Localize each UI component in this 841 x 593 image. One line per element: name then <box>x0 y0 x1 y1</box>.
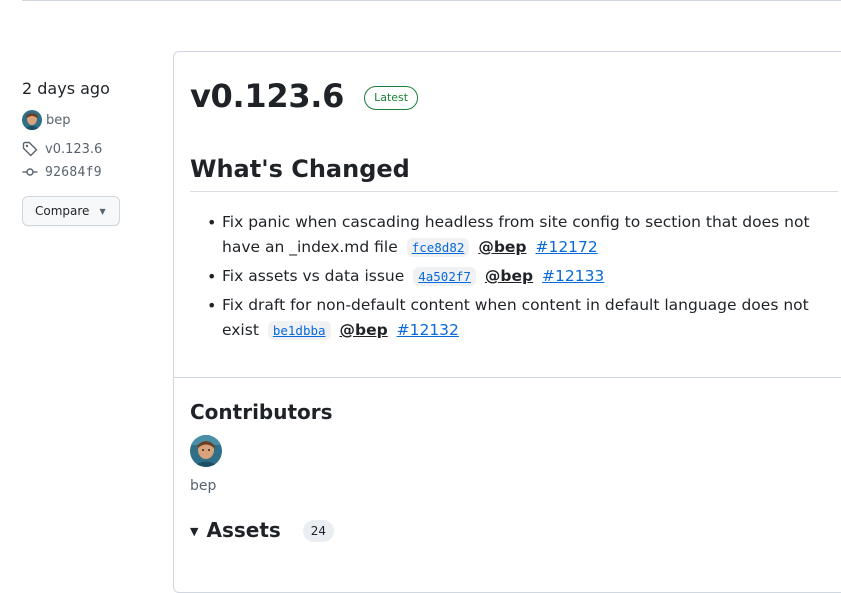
author-mention[interactable]: @bep <box>485 267 533 285</box>
change-item: Fix assets vs data issue 4a502f7 @bep #1… <box>207 264 838 289</box>
caret-down-icon: ▼ <box>99 206 106 216</box>
author-name[interactable]: bep <box>46 113 71 128</box>
change-text: Fix assets vs data issue <box>222 267 405 285</box>
latest-badge: Latest <box>364 86 419 110</box>
issue-link[interactable]: #12133 <box>542 267 604 285</box>
author-link[interactable]: bep <box>22 109 162 131</box>
author-avatar[interactable] <box>22 110 42 130</box>
change-item: Fix panic when cascading headless from s… <box>207 210 838 260</box>
compare-button[interactable]: Compare ▼ <box>22 196 120 226</box>
tag-link[interactable]: v0.123.6 <box>22 139 162 159</box>
release-time: 2 days ago <box>22 79 110 98</box>
author-mention[interactable]: @bep <box>478 238 526 256</box>
compare-label: Compare <box>35 204 90 218</box>
heading-divider <box>190 191 838 192</box>
assets-count-badge: 24 <box>302 520 335 542</box>
tag-name[interactable]: v0.123.6 <box>45 142 102 157</box>
assets-heading: Assets <box>206 517 281 542</box>
commit-sha-link[interactable]: be1dbba <box>267 321 331 340</box>
commit-sha-link[interactable]: fce8d82 <box>406 238 470 257</box>
changes-list: Fix panic when cascading headless from s… <box>190 210 838 347</box>
release-title[interactable]: v0.123.6 <box>190 76 344 116</box>
commit-sha[interactable]: 92684f9 <box>45 165 102 180</box>
contributor-avatar[interactable] <box>190 435 222 467</box>
tag-icon <box>22 141 38 157</box>
section-divider <box>174 377 841 378</box>
assets-toggle[interactable]: ▼ Assets 24 <box>190 517 335 542</box>
commit-sha-link[interactable]: 4a502f7 <box>413 267 476 286</box>
contributor-name[interactable]: bep <box>190 478 216 494</box>
release-header: v0.123.6 Latest <box>190 76 419 116</box>
git-commit-icon <box>22 168 38 176</box>
release-card: v0.123.6 Latest What's Changed Fix panic… <box>173 51 841 593</box>
commit-link[interactable]: 92684f9 <box>22 162 162 182</box>
issue-link[interactable]: #12132 <box>397 321 459 339</box>
release-sidebar: 2 days ago bep v0.123.6 92684f9 Compare <box>22 78 162 226</box>
issue-link[interactable]: #12172 <box>535 238 597 256</box>
change-item: Fix draft for non-default content when c… <box>207 293 838 343</box>
top-divider <box>22 0 841 1</box>
changes-heading: What's Changed <box>190 155 410 183</box>
triangle-down-icon: ▼ <box>190 524 199 538</box>
author-mention[interactable]: @bep <box>339 321 387 339</box>
contributors-heading: Contributors <box>190 400 333 424</box>
